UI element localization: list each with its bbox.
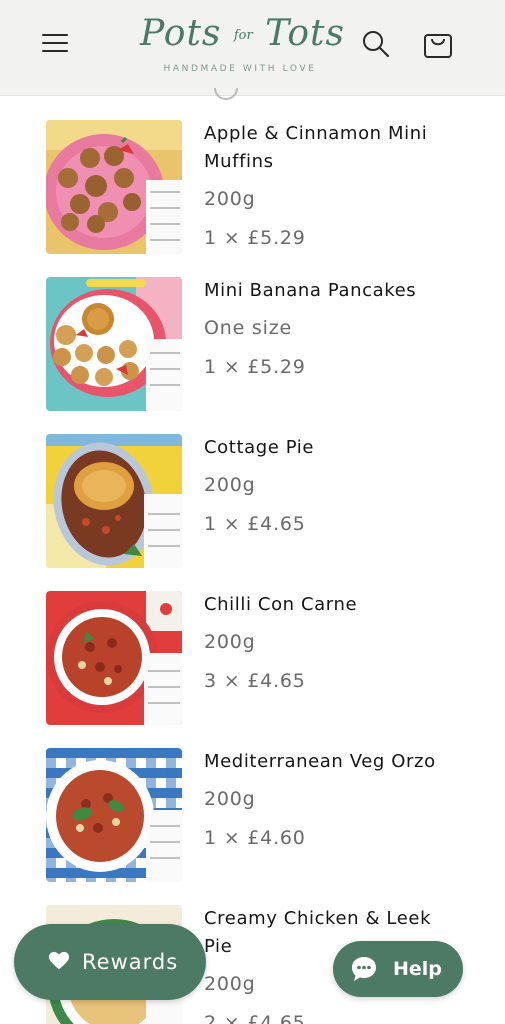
logo-tagline: HANDMADE WITH LOVE: [163, 64, 317, 74]
cart-item[interactable]: Mediterranean Veg Orzo 200g 1 × £4.60: [46, 748, 466, 884]
shopping-bag-icon[interactable]: [421, 26, 455, 60]
product-quantity-price: 3 × £4.65: [204, 670, 306, 692]
product-image-chilli: [46, 591, 182, 725]
cart-item-info: Cottage Pie 200g 1 × £4.65: [204, 434, 462, 537]
product-quantity-price: 1 × £5.29: [204, 227, 306, 249]
cart-item[interactable]: Mini Banana Pancakes One size 1 × £5.29: [46, 277, 466, 413]
product-size: 200g: [204, 788, 256, 810]
help-label: Help: [393, 958, 442, 980]
chat-bubble-icon: [352, 957, 376, 981]
cart-item-list: Apple & Cinnamon Mini Muffins 200g 1 × £…: [0, 0, 505, 1024]
product-size: One size: [204, 317, 292, 339]
product-image-orzo: [46, 748, 182, 882]
cart-item-info: Mini Banana Pancakes One size 1 × £5.29: [204, 277, 462, 380]
hamburger-menu-icon[interactable]: [40, 30, 70, 56]
rewards-button[interactable]: Rewards: [14, 924, 206, 1000]
site-logo[interactable]: Pots for Tots HANDMADE WITH LOVE: [140, 8, 345, 80]
product-quantity-price: 1 × £5.29: [204, 356, 306, 378]
site-header: Pots for Tots HANDMADE WITH LOVE: [0, 0, 505, 96]
product-title[interactable]: Apple & Cinnamon Mini Muffins: [204, 120, 462, 176]
product-image-pancakes: [46, 277, 182, 411]
cart-item[interactable]: Cottage Pie 200g 1 × £4.65: [46, 434, 466, 570]
product-quantity-price: 2 × £4.65: [204, 1012, 306, 1024]
product-title[interactable]: Chilli Con Carne: [204, 591, 462, 619]
cart-item[interactable]: Chilli Con Carne 200g 3 × £4.65: [46, 591, 466, 727]
product-size: 200g: [204, 631, 256, 653]
heart-icon: [48, 951, 70, 970]
product-quantity-price: 1 × £4.65: [204, 513, 306, 535]
product-title[interactable]: Mediterranean Veg Orzo: [204, 748, 462, 776]
product-image-cottage-pie: [46, 434, 182, 568]
product-size: 200g: [204, 188, 256, 210]
cart-item-info: Mediterranean Veg Orzo 200g 1 × £4.60: [204, 748, 462, 851]
rewards-label: Rewards: [82, 950, 179, 974]
cart-item-info: Chilli Con Carne 200g 3 × £4.65: [204, 591, 462, 694]
search-icon[interactable]: [360, 28, 392, 60]
product-quantity-price: 1 × £4.60: [204, 827, 306, 849]
cart-item[interactable]: Apple & Cinnamon Mini Muffins 200g 1 × £…: [46, 120, 466, 256]
product-title[interactable]: Cottage Pie: [204, 434, 462, 462]
logo-wordmark: Pots for Tots: [140, 13, 345, 54]
product-image-muffins: [46, 120, 182, 254]
cart-item-info: Apple & Cinnamon Mini Muffins 200g 1 × £…: [204, 120, 462, 251]
product-title[interactable]: Mini Banana Pancakes: [204, 277, 462, 305]
scroll-indicator: [214, 88, 238, 100]
product-size: 200g: [204, 474, 256, 496]
help-chat-button[interactable]: Help: [333, 941, 463, 997]
